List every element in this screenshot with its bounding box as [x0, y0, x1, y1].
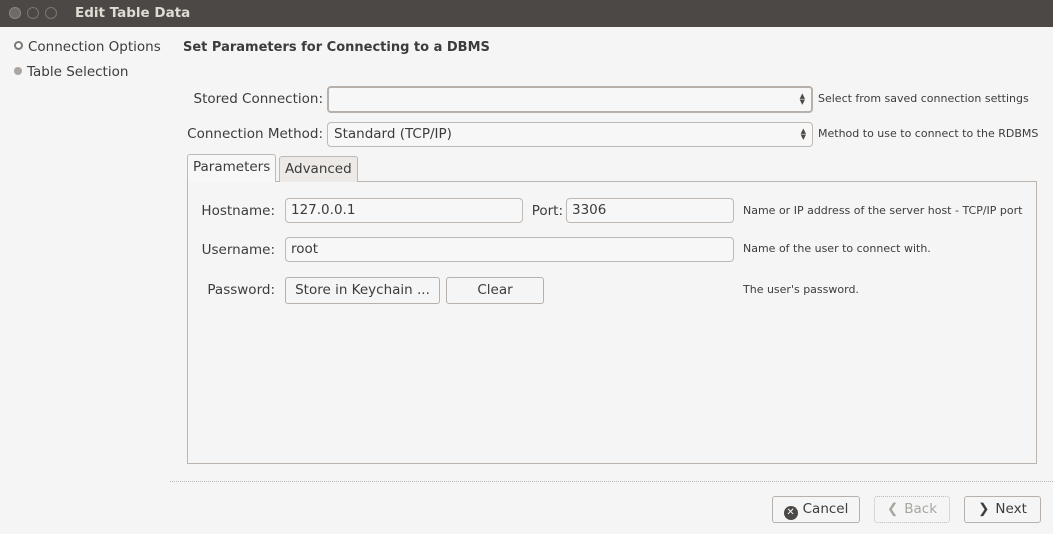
window-maximize-button[interactable]	[45, 7, 57, 19]
port-label: Port:	[531, 203, 563, 219]
password-hint: The user's password.	[743, 283, 859, 296]
sidebar-item-table-selection[interactable]: Table Selection	[14, 64, 128, 80]
password-label: Password:	[207, 282, 275, 298]
spin-arrows-icon: ▲ ▼	[800, 127, 806, 141]
back-label: Back	[904, 501, 938, 517]
hostname-input[interactable]: 127.0.0.1	[285, 198, 523, 223]
next-label: Next	[995, 501, 1027, 517]
username-label: Username:	[201, 242, 275, 258]
username-input[interactable]: root	[285, 237, 734, 262]
chevron-left-icon: ❮	[886, 501, 899, 517]
tab-advanced[interactable]: Advanced	[279, 156, 358, 182]
parameters-panel	[187, 181, 1037, 464]
tab-parameters[interactable]: Parameters	[187, 154, 277, 182]
stored-connection-hint: Select from saved connection settings	[818, 92, 1029, 105]
back-button[interactable]: ❮ Back	[874, 496, 950, 523]
title-bar: Edit Table Data	[0, 0, 1053, 27]
spin-arrows-icon: ▲ ▼	[799, 92, 805, 106]
connection-method-label: Connection Method:	[187, 126, 323, 142]
footer-separator	[170, 481, 1053, 482]
next-button[interactable]: ❯ Next	[964, 496, 1041, 523]
port-input[interactable]: 3306	[566, 198, 734, 223]
cancel-label: Cancel	[802, 501, 849, 517]
page-title: Set Parameters for Connecting to a DBMS	[183, 40, 490, 55]
active-step-icon	[14, 41, 23, 50]
cancel-icon: ✕	[783, 506, 798, 520]
step-icon	[14, 67, 22, 75]
window-close-button[interactable]	[9, 7, 21, 19]
hostname-label: Hostname:	[201, 203, 275, 219]
connection-method-hint: Method to use to connect to the RDBMS	[818, 127, 1039, 140]
store-in-keychain-button[interactable]: Store in Keychain ...	[285, 277, 440, 304]
sidebar-item-label: Table Selection	[27, 64, 129, 80]
sidebar-item-connection-options[interactable]: Connection Options	[14, 39, 161, 55]
window-minimize-button[interactable]	[27, 7, 39, 19]
stored-connection-label: Stored Connection:	[193, 91, 323, 107]
username-hint: Name of the user to connect with.	[743, 242, 931, 255]
cancel-button[interactable]: ✕ Cancel	[772, 496, 860, 523]
stored-connection-select[interactable]: ▲ ▼	[327, 86, 813, 113]
hostname-hint: Name or IP address of the server host - …	[743, 204, 1023, 217]
connection-method-select[interactable]: Standard (TCP/IP) ▲ ▼	[327, 122, 813, 147]
chevron-right-icon: ❯	[978, 501, 990, 517]
window-title: Edit Table Data	[75, 5, 191, 21]
connection-method-value: Standard (TCP/IP)	[334, 126, 452, 142]
sidebar-item-label: Connection Options	[28, 39, 161, 55]
clear-password-button[interactable]: Clear	[446, 277, 544, 304]
